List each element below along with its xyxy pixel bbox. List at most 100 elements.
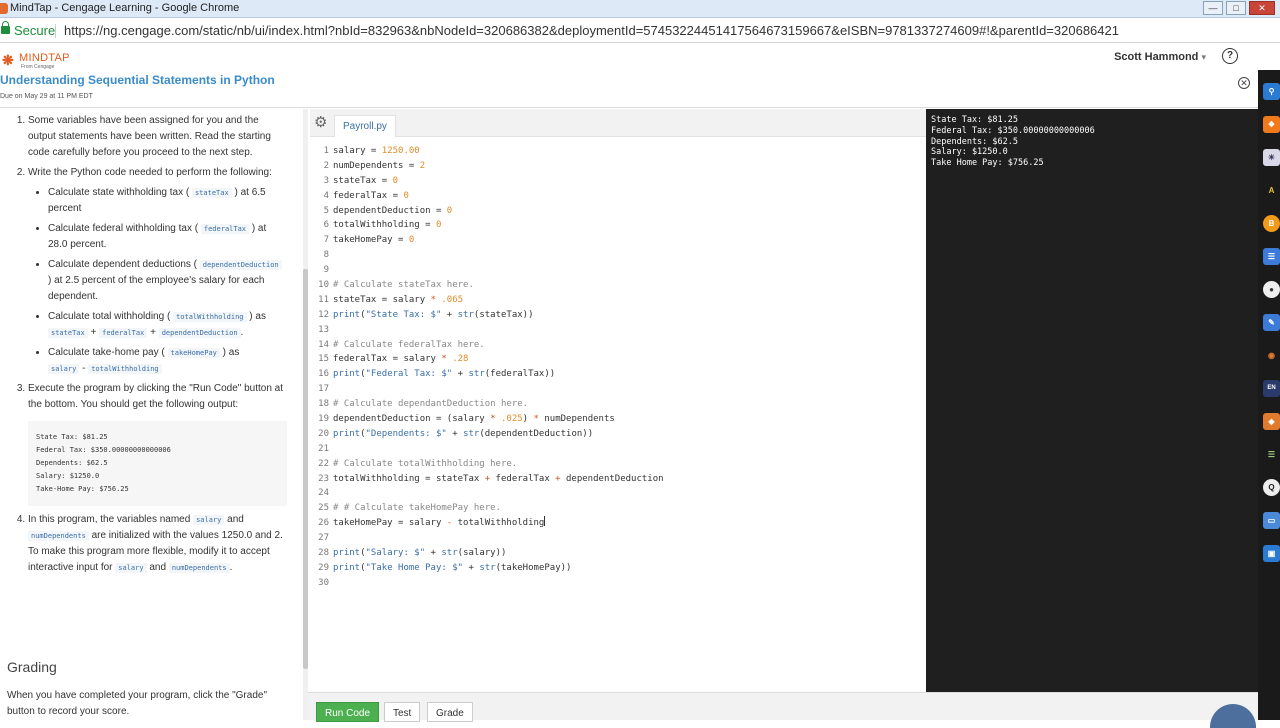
code-line: 10 # Calculate stateTax here. [310,278,926,293]
text: Calculate total withholding ( [48,311,171,322]
code-line: 7 takeHomePay = 0 [310,233,926,248]
text: + [150,327,156,338]
text: - [82,363,86,374]
run-code-button[interactable]: Run Code [316,702,380,722]
line-number: 22 [318,458,329,469]
assistant-mascot-icon[interactable] [1210,704,1256,728]
grade-button[interactable]: Grade [427,702,473,722]
mindtap-favicon-icon [0,3,8,14]
minimize-button[interactable]: — [1203,1,1223,15]
address-bar[interactable]: Secure https://ng.cengage.com/static/nb/… [0,19,1280,43]
profile-icon[interactable]: ● [1263,281,1280,298]
text-cursor [544,516,546,527]
code-line: 5 dependentDeduction = 0 [310,204,926,219]
signal-icon[interactable]: ◉ [1263,347,1280,364]
line-number: 15 [318,354,329,365]
code-text: takeHomePay = salary [333,518,447,529]
inline-code: stateTax [48,328,88,338]
code-text: stateTax = salary [333,294,431,305]
text: Calculate state withholding tax ( [48,187,190,198]
tab-payroll-py[interactable]: Payroll.py [334,115,396,137]
code-line: 14 # Calculate federalTax here. [310,338,926,353]
pencil-icon[interactable]: ✎ [1263,314,1280,331]
code-keyword: print [333,309,361,320]
search-icon[interactable]: ⚲ [1263,83,1280,100]
window-title: MindTap - Cengage Learning - Google Chro… [10,2,240,14]
list-item: Calculate state withholding tax ( stateT… [48,185,287,217]
box-icon[interactable]: ▣ [1263,545,1280,562]
test-button[interactable]: Test [384,702,421,722]
line-number: 23 [318,473,329,484]
code-line: 30 [310,576,926,591]
code-line: 13 [310,323,926,338]
inline-code: numDependents [28,531,89,541]
code-line: 27 [310,531,926,546]
code-area[interactable]: 1 salary = 1250.00 2 numDependents = 2 3st… [310,144,926,591]
weather-icon[interactable]: ☀ [1263,149,1280,166]
line-number: 27 [318,533,329,544]
code-text: ) [522,414,534,425]
rss-icon[interactable]: ❖ [1263,116,1280,133]
code-keyword: str [457,309,474,320]
inline-code: numDependents [168,563,230,573]
console-output: State Tax: $81.25 Federal Tax: $350.0000… [926,109,1258,692]
scrollbar-thumb[interactable] [303,269,308,669]
inline-code: stateTax [191,188,232,198]
code-text: federalTax [490,473,556,484]
code-text: + [452,369,469,380]
code-number: .28 [452,354,469,365]
code-keyword: str [479,562,496,573]
code-text: dependentDeduction [560,473,664,484]
gear-icon[interactable]: ⚙ [314,115,327,130]
sub-instructions: Calculate state withholding tax ( stateT… [28,185,287,377]
close-window-button[interactable]: ✕ [1249,1,1275,15]
code-line: 24 [310,486,926,501]
q-icon[interactable]: Q [1263,479,1280,496]
code-keyword: str [441,548,458,559]
mindtap-logo-icon: ❋ [2,52,14,68]
line-number: 6 [323,220,329,231]
user-menu[interactable]: Scott Hammond ▾ [1114,51,1206,63]
inline-code: totalWithholding [88,364,162,374]
code-line: 9 [310,263,926,278]
help-icon[interactable]: ? [1222,48,1238,64]
instructions-scrollbar[interactable] [303,109,308,720]
due-date: Due on May 29 at 11 PM EDT [0,93,93,100]
bitcoin-icon[interactable]: B [1263,215,1280,232]
docs-icon[interactable]: ☰ [1263,248,1280,265]
code-line: 15 federalTax = salary * .28 [310,352,926,367]
code-comment: # Calculate totalWithholding here. [333,458,518,469]
shield-icon[interactable]: ◆ [1263,413,1280,430]
url-text[interactable]: https://ng.cengage.com/static/nb/ui/inde… [64,23,1264,38]
close-activity-icon[interactable]: ✕ [1238,77,1250,89]
line-number: 13 [318,324,329,335]
a-z-icon[interactable]: A [1263,182,1280,199]
extension-strip: ⚲ ❖ ☀ A B ☰ ● ✎ ◉ EN ◆ ☰ Q ▭ ▣ [1258,70,1280,720]
line-number: 16 [318,369,329,380]
code-line: 23 totalWithholding = stateTax + federalT… [310,472,926,487]
mindtap-logo[interactable]: ❋ MINDTAP From Cengage [0,49,80,73]
list-item: Calculate federal withholding tax ( fede… [48,221,287,253]
text: ) at 2.5 percent of the employee's salar… [48,275,265,302]
line-number: 5 [323,205,329,216]
grading-heading: Grading [7,659,57,675]
code-number: 0 [435,220,442,231]
inline-code: totalWithholding [173,312,247,322]
list-icon[interactable]: ☰ [1263,446,1280,463]
inline-code: federalTax [200,224,250,234]
code-number: 0 [408,235,415,246]
code-text: + [446,428,464,439]
code-editor[interactable]: ⚙ Payroll.py 1 salary = 1250.00 2 numDepen… [310,109,926,692]
expected-output: State Tax: $81.25 Federal Tax: $350.0000… [28,421,287,506]
code-keyword: print [333,562,361,573]
logo-sub: From Cengage [21,64,55,70]
code-keyword: print [333,548,361,559]
maximize-button[interactable]: □ [1226,1,1246,15]
endnote-icon[interactable]: EN [1263,380,1280,397]
lock-icon [1,21,10,34]
list-item: Calculate take-home pay ( takeHomePay ) … [48,345,287,377]
line-number: 29 [318,562,329,573]
line-number: 1 [323,146,329,156]
screen-icon[interactable]: ▭ [1263,512,1280,529]
code-number: 0 [403,190,409,201]
